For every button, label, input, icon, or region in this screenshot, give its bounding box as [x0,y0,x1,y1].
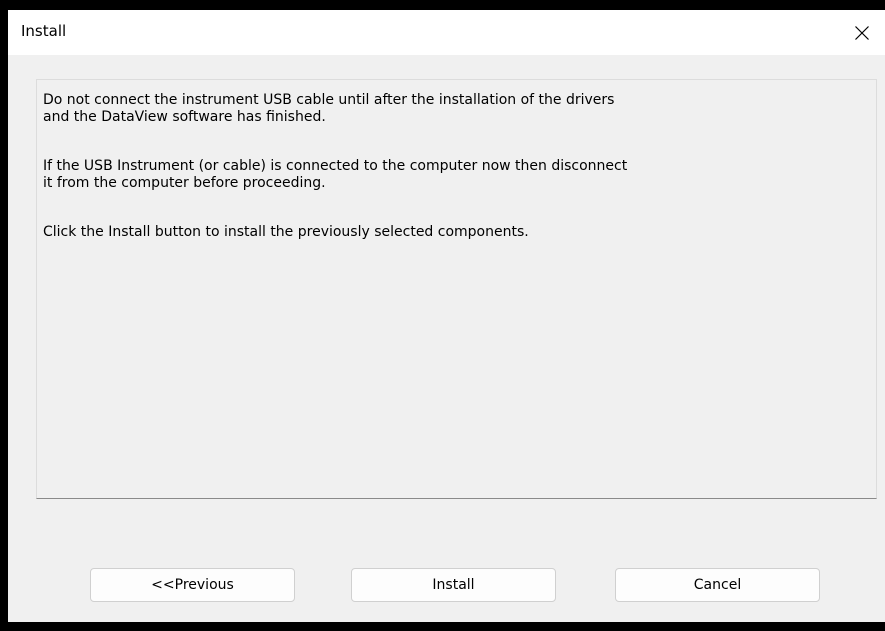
usb-warning-line-1: Do not connect the instrument USB cable … [43,92,615,108]
disconnect-instruction-text: If the USB Instrument (or cable) is conn… [43,158,627,192]
install-instruction-text: Click the Install button to install the … [43,224,529,240]
previous-button[interactable]: <<Previous [90,568,295,602]
close-button[interactable] [839,10,885,55]
title-bar: Install [8,10,885,55]
message-panel: Do not connect the instrument USB cable … [36,79,877,499]
cancel-button[interactable]: Cancel [615,568,820,602]
window-title: Install [21,22,67,40]
close-icon [855,25,869,40]
install-button[interactable]: Install [351,568,556,602]
usb-warning-text: Do not connect the instrument USB cable … [43,92,614,126]
disconnect-instruction-line-2: it from the computer before proceeding. [43,175,326,191]
disconnect-instruction-line-1: If the USB Instrument (or cable) is conn… [43,158,628,174]
usb-warning-line-2: and the DataView software has finished. [43,109,326,125]
install-dialog: Install Do not connect the instrument US… [8,10,885,622]
